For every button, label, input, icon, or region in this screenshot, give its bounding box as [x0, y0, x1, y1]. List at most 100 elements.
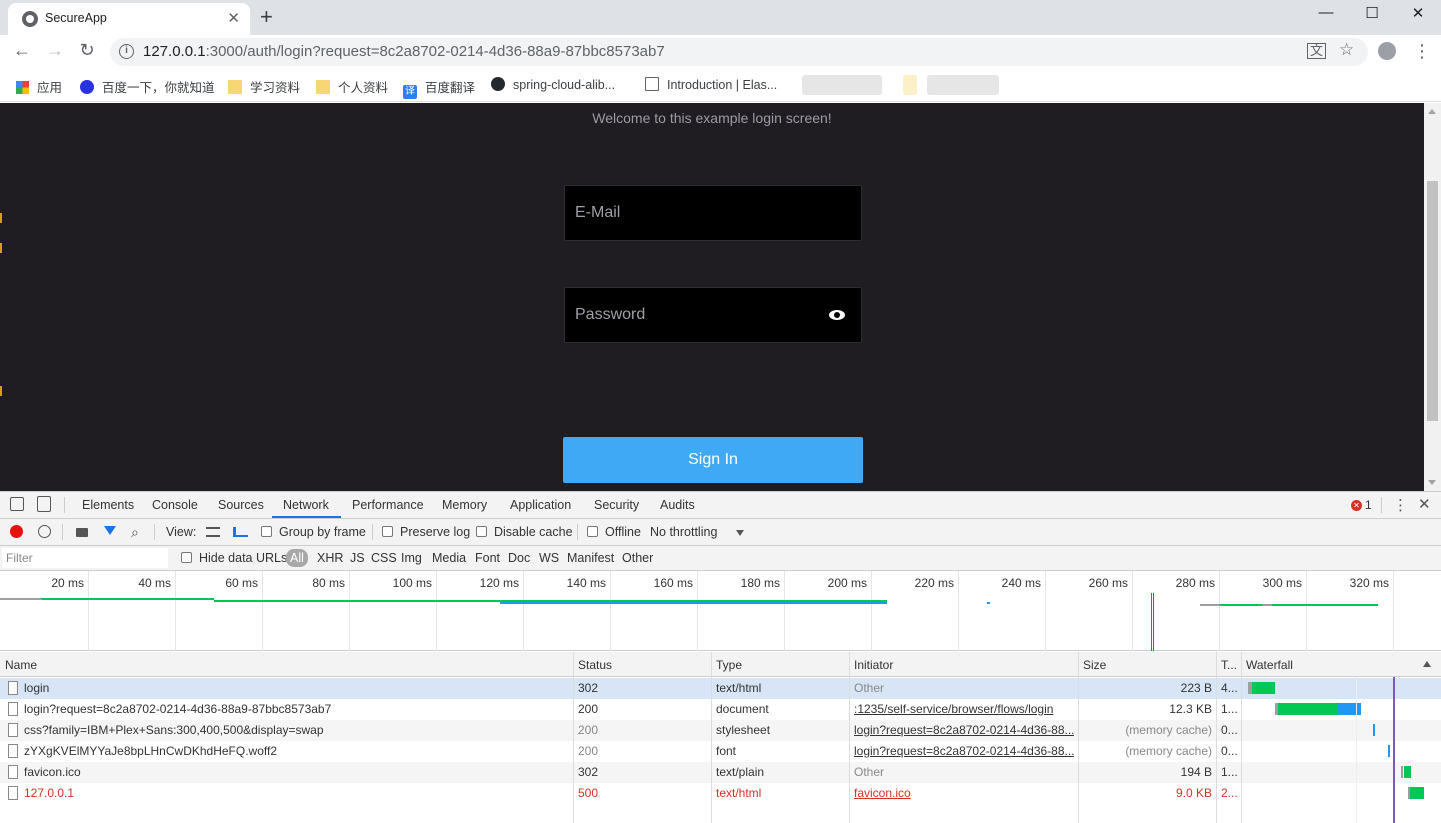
sign-in-button[interactable]: Sign In: [563, 437, 863, 483]
info-icon[interactable]: i: [119, 44, 134, 59]
request-initiator[interactable]: login?request=8c2a8702-0214-4d36-88...: [854, 744, 1074, 758]
reload-button[interactable]: ↻: [75, 40, 99, 61]
scroll-up-icon[interactable]: [1428, 109, 1436, 114]
show-password-icon[interactable]: [829, 310, 845, 320]
request-initiator[interactable]: favicon.ico: [854, 786, 1074, 800]
back-button[interactable]: ←: [10, 40, 34, 61]
offline-checkbox[interactable]: [587, 526, 598, 537]
profile-avatar-icon[interactable]: [1378, 42, 1396, 60]
error-icon[interactable]: ✕: [1351, 500, 1362, 511]
email-input[interactable]: [575, 186, 825, 240]
disable-cache-checkbox[interactable]: [476, 526, 487, 537]
maximize-button[interactable]: ☐: [1349, 4, 1395, 22]
scroll-down-icon[interactable]: [1428, 480, 1436, 485]
filter-type-font[interactable]: Font: [475, 551, 500, 565]
column-initiator[interactable]: Initiator: [854, 658, 893, 672]
large-rows-icon[interactable]: [206, 527, 220, 537]
screenshot-camera-icon[interactable]: [76, 528, 88, 537]
column-divider[interactable]: [1078, 652, 1079, 823]
filter-type-xhr[interactable]: XHR: [317, 551, 343, 565]
column-status[interactable]: Status: [578, 658, 612, 672]
group-by-frame-checkbox[interactable]: [261, 526, 272, 537]
clear-icon[interactable]: [38, 525, 51, 538]
page-scrollbar[interactable]: [1424, 103, 1441, 491]
table-row[interactable]: css?family=IBM+Plex+Sans:300,400,500&dis…: [0, 720, 1441, 741]
tab-console[interactable]: Console: [152, 498, 198, 512]
tab-audits[interactable]: Audits: [660, 498, 695, 512]
tab-application[interactable]: Application: [510, 498, 571, 512]
minimize-button[interactable]: —: [1303, 4, 1349, 21]
column-divider[interactable]: [1241, 652, 1242, 823]
bookmark-folder-personal[interactable]: 个人资料: [316, 77, 388, 96]
table-row[interactable]: 127.0.0.1 500 text/html favicon.ico 9.0 KB 2.…: [0, 783, 1441, 804]
filter-type-doc[interactable]: Doc: [508, 551, 530, 565]
devtools-menu-icon[interactable]: ⋮: [1393, 496, 1408, 514]
password-field[interactable]: [564, 287, 862, 343]
browser-tab[interactable]: SecureApp ✕: [8, 3, 250, 35]
url-text[interactable]: 127.0.0.1:3000/auth/login?request=8c2a87…: [143, 43, 665, 60]
column-type[interactable]: Type: [716, 658, 742, 672]
request-name[interactable]: login: [24, 681, 569, 695]
bookmark-apps[interactable]: 应用: [16, 77, 62, 96]
tab-network[interactable]: Network: [283, 498, 329, 512]
request-initiator[interactable]: login?request=8c2a8702-0214-4d36-88...: [854, 723, 1074, 737]
filter-type-css[interactable]: CSS: [371, 551, 397, 565]
filter-input[interactable]: [2, 548, 168, 568]
request-name[interactable]: zYXgKVElMYYaJe8bpLHnCwDKhdHeFQ.woff2: [24, 744, 569, 758]
error-count[interactable]: 1: [1365, 498, 1372, 512]
tab-close-icon[interactable]: ✕: [227, 9, 240, 27]
bookmark-folder-study[interactable]: 学习资料: [228, 77, 300, 96]
bookmark-github[interactable]: spring-cloud-alib...: [491, 77, 615, 92]
filter-type-ws[interactable]: WS: [539, 551, 559, 565]
request-initiator[interactable]: :1235/self-service/browser/flows/login: [854, 702, 1074, 716]
translate-icon[interactable]: 文: [1307, 43, 1327, 59]
close-devtools-icon[interactable]: ✕: [1418, 495, 1431, 513]
bookmark-baidu[interactable]: 百度一下，你就知道: [80, 77, 215, 96]
table-row[interactable]: login?request=8c2a8702-0214-4d36-88a9-87…: [0, 699, 1441, 720]
scroll-thumb[interactable]: [1427, 181, 1438, 421]
preserve-log-checkbox[interactable]: [382, 526, 393, 537]
request-name[interactable]: 127.0.0.1: [24, 786, 569, 800]
filter-type-img[interactable]: Img: [401, 551, 422, 565]
inspect-element-icon[interactable]: [10, 497, 24, 511]
hide-data-urls-checkbox[interactable]: [181, 552, 192, 563]
tab-memory[interactable]: Memory: [442, 498, 487, 512]
sort-ascending-icon[interactable]: [1423, 661, 1431, 667]
filter-type-media[interactable]: Media: [432, 551, 466, 565]
tab-sources[interactable]: Sources: [218, 498, 264, 512]
table-row[interactable]: zYXgKVElMYYaJe8bpLHnCwDKhdHeFQ.woff2 200 f…: [0, 741, 1441, 762]
bookmark-baidu-translate[interactable]: 译百度翻译: [403, 77, 475, 99]
tab-performance[interactable]: Performance: [352, 498, 424, 512]
request-name[interactable]: login?request=8c2a8702-0214-4d36-88a9-87…: [24, 702, 569, 716]
column-divider[interactable]: [711, 652, 712, 823]
close-window-button[interactable]: ✕: [1395, 4, 1441, 22]
search-icon[interactable]: ⌕: [131, 524, 139, 541]
new-tab-button[interactable]: +: [260, 4, 273, 30]
forward-button[interactable]: →: [43, 40, 67, 61]
throttling-select[interactable]: No throttling: [650, 525, 717, 539]
column-name[interactable]: Name: [5, 658, 37, 672]
column-divider[interactable]: [849, 652, 850, 823]
email-field[interactable]: [564, 185, 862, 241]
filter-type-manifest[interactable]: Manifest: [567, 551, 614, 565]
device-toolbar-icon[interactable]: [37, 496, 51, 512]
column-time[interactable]: T...: [1221, 658, 1237, 672]
request-name[interactable]: favicon.ico: [24, 765, 569, 779]
table-row[interactable]: login 302 text/html Other 223 B 4...: [0, 678, 1441, 699]
tab-elements[interactable]: Elements: [82, 498, 134, 512]
chevron-down-icon[interactable]: [736, 530, 744, 536]
record-icon[interactable]: [10, 525, 23, 538]
tab-security[interactable]: Security: [594, 498, 639, 512]
column-divider[interactable]: [573, 652, 574, 823]
address-bar[interactable]: i 127.0.0.1:3000/auth/login?request=8c2a…: [110, 38, 1368, 66]
filter-type-other[interactable]: Other: [622, 551, 653, 565]
password-input[interactable]: [575, 288, 825, 342]
request-name[interactable]: css?family=IBM+Plex+Sans:300,400,500&dis…: [24, 723, 569, 737]
table-row[interactable]: favicon.ico 302 text/plain Other 194 B 1...: [0, 762, 1441, 783]
chrome-menu-icon[interactable]: ⋮: [1413, 41, 1431, 62]
waterfall-view-icon[interactable]: [233, 527, 248, 537]
column-divider[interactable]: [1216, 652, 1217, 823]
network-overview-timeline[interactable]: 20 ms 40 ms 60 ms 80 ms 100 ms 120 ms 140 ms 16…: [0, 571, 1441, 651]
column-waterfall[interactable]: Waterfall: [1246, 658, 1293, 672]
filter-type-js[interactable]: JS: [350, 551, 365, 565]
